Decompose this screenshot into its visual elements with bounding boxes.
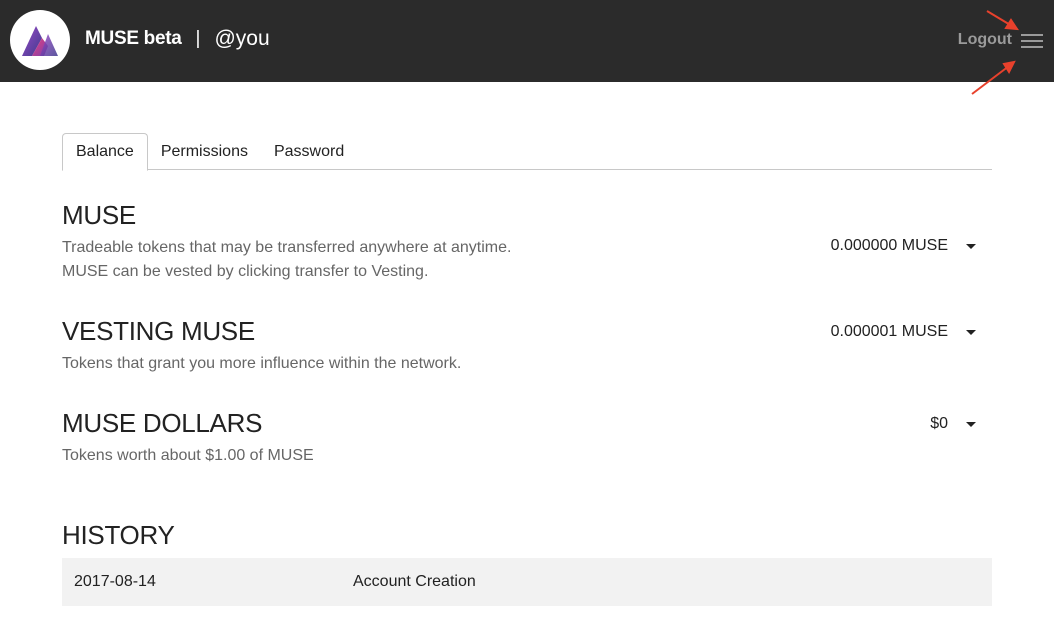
- brand-separator: |: [195, 28, 201, 49]
- username: @you: [214, 27, 270, 50]
- dollars-amount-dropdown[interactable]: $0: [930, 415, 976, 433]
- logout-link[interactable]: Logout: [958, 31, 1012, 49]
- section-description: MUSE can be vested by clicking transfer …: [62, 263, 429, 280]
- muse-dollars-section: MUSE DOLLARS Tokens worth about $1.00 of…: [62, 408, 992, 468]
- caret-down-icon: [966, 329, 976, 335]
- amount-value: 0.000001 MUSE: [830, 323, 948, 340]
- history-title: HISTORY: [62, 520, 175, 550]
- top-navbar: MUSE beta | @you Logout: [0, 0, 1054, 82]
- muse-balance-section: MUSE Tradeable tokens that may be transf…: [62, 200, 992, 284]
- history-event: Account Creation: [353, 573, 476, 590]
- caret-down-icon: [966, 243, 976, 249]
- account-tabs: Balance Permissions Password: [62, 133, 992, 171]
- section-description: Tokens that grant you more influence wit…: [62, 355, 462, 372]
- hamburger-menu-icon[interactable]: [1021, 34, 1043, 50]
- section-title: MUSE DOLLARS: [62, 408, 263, 438]
- vesting-amount-dropdown[interactable]: 0.000001 MUSE: [831, 323, 976, 341]
- caret-down-icon: [966, 421, 976, 427]
- tab-password[interactable]: Password: [261, 133, 357, 170]
- amount-value: $0: [930, 415, 948, 432]
- muse-amount-dropdown[interactable]: 0.000000 MUSE: [831, 237, 976, 255]
- history-date: 2017-08-14: [74, 573, 156, 590]
- muse-logo-icon[interactable]: [10, 10, 70, 70]
- app-name[interactable]: MUSE beta: [85, 28, 182, 50]
- section-title: MUSE: [62, 200, 136, 230]
- vesting-muse-section: VESTING MUSE Tokens that grant you more …: [62, 316, 992, 376]
- history-row: 2017-08-14 Account Creation: [62, 558, 992, 606]
- tab-permissions[interactable]: Permissions: [148, 133, 261, 170]
- section-description: Tokens worth about $1.00 of MUSE: [62, 447, 314, 464]
- tab-balance[interactable]: Balance: [62, 133, 148, 171]
- brand: MUSE beta | @you: [85, 26, 270, 52]
- amount-value: 0.000000 MUSE: [830, 237, 948, 254]
